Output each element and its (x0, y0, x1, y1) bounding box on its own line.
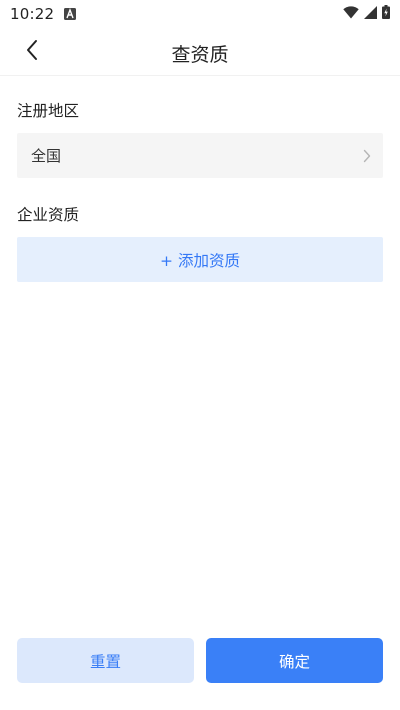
qualification-label: 企业资质 (17, 206, 80, 224)
header: 查资质 (0, 28, 400, 76)
battery-icon (382, 5, 390, 23)
region-select[interactable]: 全国 (17, 133, 383, 178)
a-notification-icon (64, 8, 77, 20)
status-bar: 10:22 (0, 0, 400, 28)
status-icons (343, 5, 390, 23)
region-value: 全国 (31, 147, 62, 165)
signal-icon (364, 5, 377, 23)
wifi-icon (343, 5, 359, 23)
screen: 10:22 查资质 注册地区 全国 企业资质 + 添加资质 重置 确定 (0, 0, 400, 710)
confirm-button[interactable]: 确定 (206, 638, 383, 683)
add-qualification-button[interactable]: + 添加资质 (17, 237, 383, 282)
page-title: 查资质 (171, 44, 229, 66)
reset-button[interactable]: 重置 (17, 638, 194, 683)
status-time: 10:22 (10, 5, 55, 23)
region-label: 注册地区 (17, 102, 80, 120)
chevron-right-icon (363, 149, 371, 163)
